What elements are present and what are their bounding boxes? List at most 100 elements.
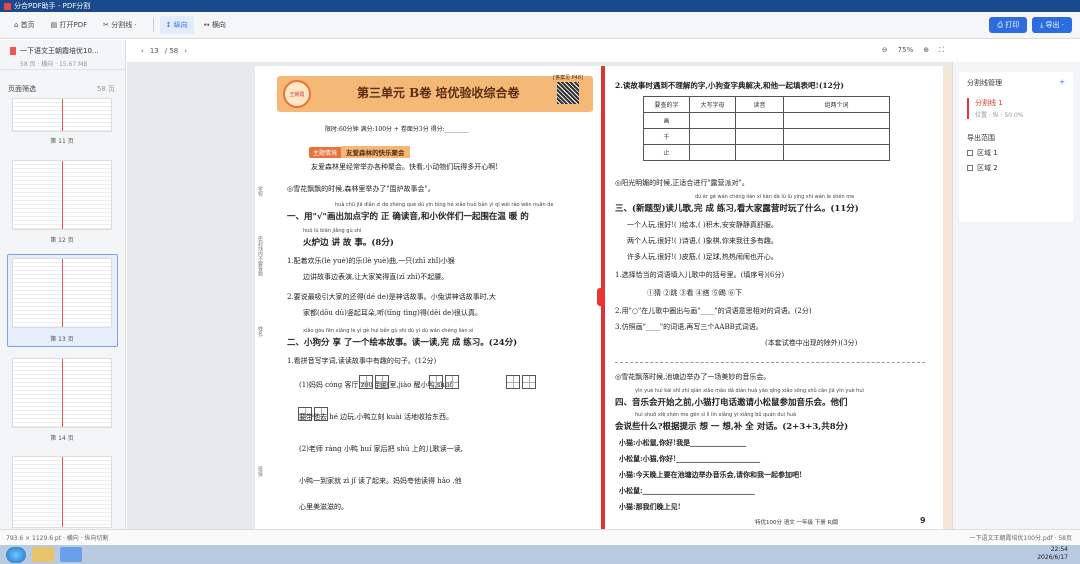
r-intro-2: ◎雪花飘落时候,池塘边举办了一场美妙的音乐会。 [615,373,771,381]
intro-text: 友爱森林里经常举办各种聚会。快看,小动物们玩得多开心啊! [311,163,499,171]
r-q3-item-3: 3.仿照画"____"的词语,再写三个AABB式词语。 [615,323,763,331]
right-page: 2.读故事时遇到不理解的字,小狗查字典解决,和他一起填表吧!(12分) 要查的字… [605,66,943,542]
table-header: 读音 [735,96,784,113]
pinyin-line: xiǎo gǒu fēn xiǎng le yí gè huì běn gù s… [303,328,474,334]
school-field: 学校: [257,186,263,198]
q1-item-2b: 家都(dōu dū)竖起耳朵,听(tīng tìng)得(děi de)很认真。 [303,309,483,317]
region-title: 导出范围 [967,134,995,142]
q1-item-2: 2.要说最吸引大家的还得(dé de)是神话故事。小兔讲神话故事时,大 [287,293,496,301]
dialog-line: 小松鼠:________________________________ [619,486,755,495]
app-icon[interactable] [60,547,82,562]
total-pages: / 58 [164,47,179,55]
r-question-4b: 会说些什么?根据提示 想 一 想,补 全 对话。(2+3+3,共8分) [615,422,849,432]
answer-line [615,362,925,363]
checkbox-icon[interactable] [967,165,973,171]
clock-date: 2026/6/17 [1037,554,1068,561]
r-q3-item-3b: (本套试卷中出现的除外)(3分) [765,339,858,347]
open-pdf-button[interactable]: ▤ 打开PDF [45,16,93,34]
split-line-item[interactable]: 分割线 1 位置 · 纵 · 50.0% [967,98,1065,119]
next-page-icon[interactable]: › [184,47,187,55]
system-clock[interactable]: 22:54 2026/6/17 [1037,546,1068,562]
sealing-note: 密封线内不要答题 [257,236,263,276]
pages-title: 页面筛选 [8,85,36,93]
file-entry[interactable]: 一下语文王朝霞培优10... 58 页 · 横向 · 15.67 MB [0,40,125,70]
vertical-split-button[interactable]: ↕ 纵向 [159,16,194,34]
q1-item-1: 1.配着欢乐(lè yuè)的乐(lè yuè)曲,一只(zhī zhǐ)小猴 [287,257,455,265]
unit-banner: 王朝霞 第三单元 B卷 培优验收综合卷 [答案见 P48] [277,75,593,112]
region-checkbox-2[interactable]: 区域 2 [967,163,1065,173]
printer-icon: ⎙ [997,20,1006,29]
r-intro: ◎阳光明媚的时候,正适合进行"露营派对"。 [615,179,749,187]
document-viewer: 学校: 密封线内不要答题 姓名: 班级: 王朝霞 第三单元 B卷 培优验收综合卷… [127,62,1075,545]
folder-icon[interactable] [32,547,54,562]
split-panel: 分割线管理 + 分割线 1 位置 · 纵 · 50.0% 导出范围 区域 1 区… [952,62,1080,545]
seat-field: 姓名: [257,326,263,338]
fit-page-icon[interactable]: ⛶ [939,46,944,55]
print-button[interactable]: ⎙ 打印 [989,17,1028,33]
topic-header: 主题情境 友爱森林的快乐聚会 [309,146,410,158]
answer-tag: [答案见 P48] [553,75,583,81]
pinyin-line: dú ér gē wán chéng liàn xí kàn dà lù lù … [695,194,855,200]
horizontal-arrows-icon: ↔ [203,21,212,29]
panel-header: 分割线管理 + [959,72,1073,94]
zoom-in-icon[interactable]: ⊕ [923,46,929,55]
clock-time: 22:54 [1050,546,1068,553]
table-cell: 画 [643,112,690,129]
home-icon: ⌂ [14,21,21,29]
class-field: 班级: [257,466,263,478]
q2-line-c: (2)老师 ràng 小鸭 huí 家后把 shū 上的儿歌读一读, [299,445,463,453]
status-bar: 793.6 × 1129.6 pt · 横向 · 纵向切割 一下语文王朝霞培优1… [0,529,1080,545]
writing-grid [358,375,390,389]
r-question-3: 三、(新题型)读儿歌,完 成 练习,看大家露营时玩了什么。(11分) [615,204,859,214]
toolbar-divider [152,18,154,32]
dialog-line: 小松鼠:小猫,你好!________________________ [619,454,761,463]
option-list: ①猜 ②跳 ③看 ④搭 ⑤踢 ⑥下 [647,289,743,297]
left-page: 学校: 密封线内不要答题 姓名: 班级: 王朝霞 第三单元 B卷 培优验收综合卷… [255,66,603,542]
zoom-out-icon[interactable]: ⊖ [882,46,888,55]
thumbnail-label: 第 11 页 [50,138,74,145]
zoom-level[interactable]: 75% [898,46,914,55]
writing-grid [428,375,460,389]
toolbar: ⌂ 首页 ▤ 打开PDF ✂ 分割线 · ↕ 纵向 ↔ 横向 ⎙ 打印 ⤓ 导出… [0,12,1080,39]
page-thumbnail[interactable] [12,358,112,428]
poem-line: 一个人玩,很好!( )绘本,( )积木,安安静静真舒服。 [627,221,778,229]
q2-item-1: 1.看拼音写字词,读读故事中有趣的句子。(12分) [287,357,437,365]
question-1-cont: 火炉边 讲 故 事。(8分) [303,238,394,248]
title-bar: 分合PDF助手 - PDF分割 [0,0,1080,12]
q1-item-1b: 边讲故事边表演,让大家笑得直(zī zhí)不起腰。 [303,273,449,281]
current-page[interactable]: 13 [150,47,159,55]
topic-title: 友爱森林的快乐聚会 [341,146,410,158]
r-q3-item-1: 1.选择恰当的词语填入儿歌中的括号里。(填序号)(6分) [615,271,785,279]
split-mode-dropdown[interactable]: ✂ 分割线 · [97,16,143,34]
poem-line: 两个人玩,很好!( )诗语,( )象棋,你来我往多有趣。 [627,237,778,245]
page-thumbnail[interactable] [12,160,112,230]
scissors-icon: ✂ [103,21,112,29]
window-title: 分合PDF助手 - PDF分割 [14,2,91,10]
start-button-icon[interactable] [6,546,26,563]
qr-code [557,82,579,104]
pinyin-line: yīn yuè huì kāi shǐ zhī qián xiǎo māo dǎ… [635,388,864,394]
add-icon[interactable]: + [1059,78,1065,88]
thumbnail-label: 第 14 页 [50,435,74,442]
prev-page-icon[interactable]: ‹ [141,47,144,55]
checkbox-icon[interactable] [967,150,973,156]
question-2: 二、小狗分 享 了一个绘本故事。读一读,完 成 练习。(24分) [287,338,518,348]
line-meta: 位置 · 纵 · 50.0% [975,112,1024,119]
brand-logo: 王朝霞 [283,80,311,108]
r-question-4: 四、音乐会开始之前,小猫打电话邀请小松鼠参加音乐会。他们 [615,398,848,408]
page-footer: 特优100分 语文 一年级 下册 RJ版 [755,520,839,526]
horizontal-split-button[interactable]: ↔ 横向 [198,16,232,34]
home-button[interactable]: ⌂ 首页 [8,16,41,34]
dialog-line: 小猫:今天晚上要在池塘边举办音乐会,请你和我一起参加吧! [619,470,803,479]
export-button[interactable]: ⤓ 导出 · [1032,17,1072,33]
page-thumbnail[interactable] [12,456,112,528]
file-icon: ▤ [50,21,60,29]
q2-line-e: 心里美滋滋的。 [299,503,348,511]
page-thumbnail-selected[interactable] [12,258,112,328]
r-q3-item-2: 2.用"○"在儿歌中圈出与画"____"的词语意思相对的词语。(2分) [615,307,812,315]
region-checkbox-1[interactable]: 区域 1 [967,148,1065,158]
os-taskbar: 22:54 2026/6/17 [0,545,1080,564]
test-title: 第三单元 B卷 培优验收综合卷 [357,86,520,100]
pages-section-header: 页面筛选 58 页 [0,70,125,98]
page-thumbnail[interactable] [12,98,112,132]
